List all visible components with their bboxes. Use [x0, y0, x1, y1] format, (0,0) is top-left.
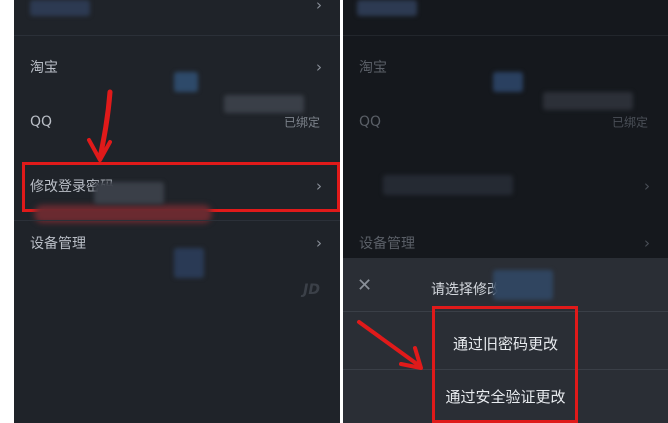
divider: [14, 35, 340, 36]
settings-item-label: 淘宝: [30, 60, 58, 76]
chevron-right-icon: ›: [316, 234, 322, 252]
blurred-patch: [174, 72, 198, 92]
blurred-patch: [493, 72, 523, 92]
settings-item-label: 淘宝: [359, 60, 387, 76]
annotation-arrow-icon: [87, 89, 113, 162]
chevron-right-icon: ›: [316, 0, 322, 14]
chevron-right-icon: ›: [644, 177, 650, 195]
settings-item-qq[interactable]: QQ 已绑定: [343, 93, 668, 151]
blurred-avatar: [357, 0, 417, 16]
settings-item-label: 设备管理: [359, 236, 415, 252]
blurred-patch: [493, 270, 553, 300]
chevron-right-icon: ›: [644, 234, 650, 252]
chevron-right-icon: ›: [316, 58, 322, 76]
settings-item-label: QQ: [359, 114, 382, 130]
annotation-arrow-icon: [357, 320, 423, 370]
blurred-patch: [174, 248, 204, 278]
close-icon[interactable]: ✕: [357, 275, 372, 296]
annotation-highlight-box: [432, 306, 578, 423]
settings-item-label: QQ: [30, 114, 53, 130]
right-screenshot: 淘宝 QQ 已绑定 › 设备管理 › ✕ 请选择修改方式 通过旧密码更改 通过安…: [343, 0, 668, 423]
bind-status: 已绑定: [611, 115, 648, 130]
blurred-patch: [94, 182, 164, 204]
settings-item-qq[interactable]: QQ 已绑定: [14, 93, 340, 151]
divider: [343, 35, 668, 36]
settings-item-label: 设备管理: [30, 236, 86, 252]
bind-status: 已绑定: [283, 115, 320, 130]
blurred-patch: [383, 175, 513, 195]
watermark-logo: JD: [303, 282, 320, 298]
left-screenshot: › 淘宝 › QQ 已绑定 修改登录密码 › 设备管理 › JD: [14, 0, 340, 423]
blurred-avatar: [30, 0, 90, 16]
